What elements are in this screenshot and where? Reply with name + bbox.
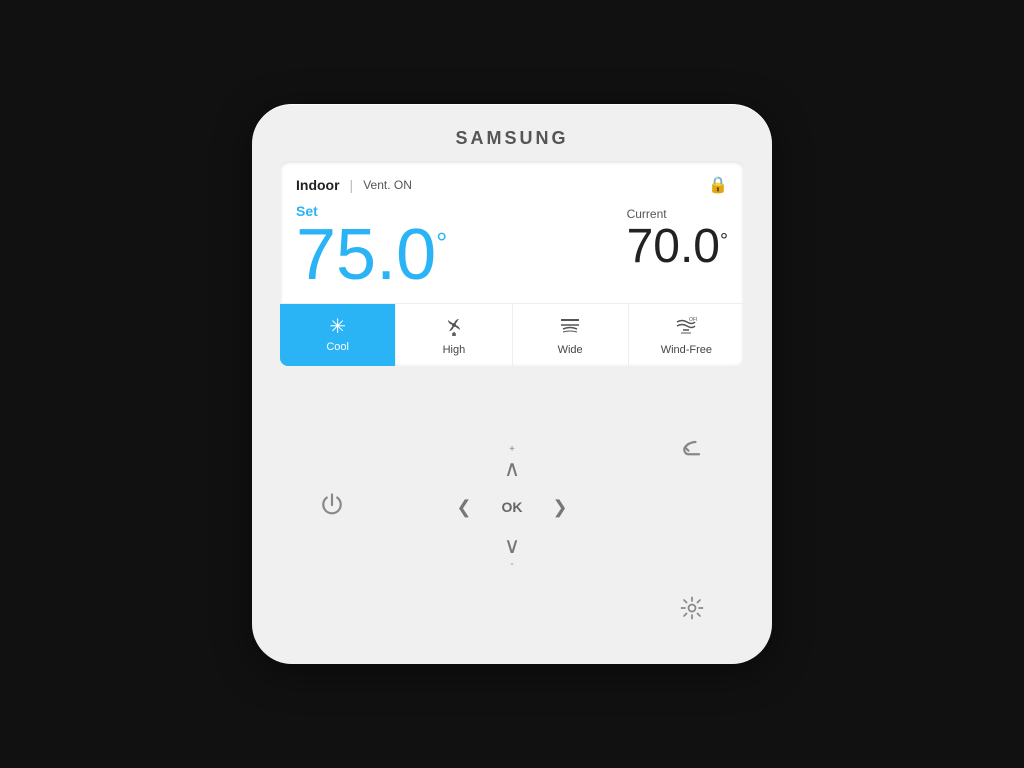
back-button[interactable]: [670, 427, 714, 471]
set-temp-value: 75.0 °: [296, 219, 447, 291]
cool-icon: ✳: [329, 317, 346, 337]
chevron-down-icon: [504, 533, 520, 559]
dpad: + OK: [442, 441, 582, 573]
separator: |: [350, 177, 354, 193]
fan-label: High: [443, 344, 466, 356]
up-button[interactable]: [504, 456, 520, 482]
wind-free-icon: OFF: [675, 314, 697, 340]
mode-wide[interactable]: Wide: [513, 304, 629, 366]
right-button[interactable]: [552, 497, 567, 518]
ok-button[interactable]: OK: [502, 499, 523, 515]
down-button[interactable]: [504, 533, 520, 559]
brand-name: SAMSUNG: [455, 128, 568, 149]
controls-area: + OK: [280, 366, 744, 644]
back-icon: [678, 435, 706, 463]
settings-icon: [678, 594, 706, 622]
mode-wind-free[interactable]: OFF Wind-Free: [629, 304, 744, 366]
set-degree: °: [436, 229, 447, 257]
wide-label: Wide: [558, 344, 583, 356]
chevron-left-icon: [456, 497, 471, 518]
vent-status: Vent. ON: [363, 178, 412, 192]
current-temperature: Current 70.0 °: [627, 203, 728, 271]
temperature-area: Set 75.0 ° Current 70.0 °: [296, 203, 728, 291]
power-button[interactable]: [310, 483, 354, 527]
display-screen: Indoor | Vent. ON 🔒 Set 75.0 ° Current 7…: [280, 161, 744, 366]
chevron-up-icon: [504, 456, 520, 482]
mode-bar: ✳ Cool High: [280, 303, 744, 366]
minus-label: -: [510, 560, 513, 570]
wide-icon: [559, 314, 581, 340]
current-temp-value: 70.0 °: [627, 223, 728, 271]
cool-label: Cool: [326, 341, 349, 353]
chevron-right-icon: [552, 497, 567, 518]
plus-label: +: [509, 445, 515, 455]
current-temp-number: 70.0: [627, 223, 720, 271]
lock-icon: 🔒: [708, 175, 728, 195]
device-body: SAMSUNG Indoor | Vent. ON 🔒 Set 75.0 ° C…: [252, 104, 772, 664]
screen-header: Indoor | Vent. ON 🔒: [296, 175, 728, 195]
left-button[interactable]: [456, 497, 471, 518]
location-label: Indoor: [296, 177, 340, 193]
fan-icon: [443, 314, 465, 340]
mode-fan[interactable]: High: [396, 304, 512, 366]
current-degree: °: [720, 231, 728, 251]
wind-free-label: Wind-Free: [661, 344, 712, 356]
screen-header-left: Indoor | Vent. ON: [296, 177, 412, 193]
set-temperature: Set 75.0 °: [296, 203, 447, 291]
power-icon: [318, 491, 346, 519]
current-label: Current: [627, 207, 728, 221]
settings-button[interactable]: [670, 586, 714, 630]
mode-cool[interactable]: ✳ Cool: [280, 304, 396, 366]
svg-text:OFF: OFF: [689, 317, 697, 323]
set-temp-number: 75.0: [296, 219, 436, 291]
